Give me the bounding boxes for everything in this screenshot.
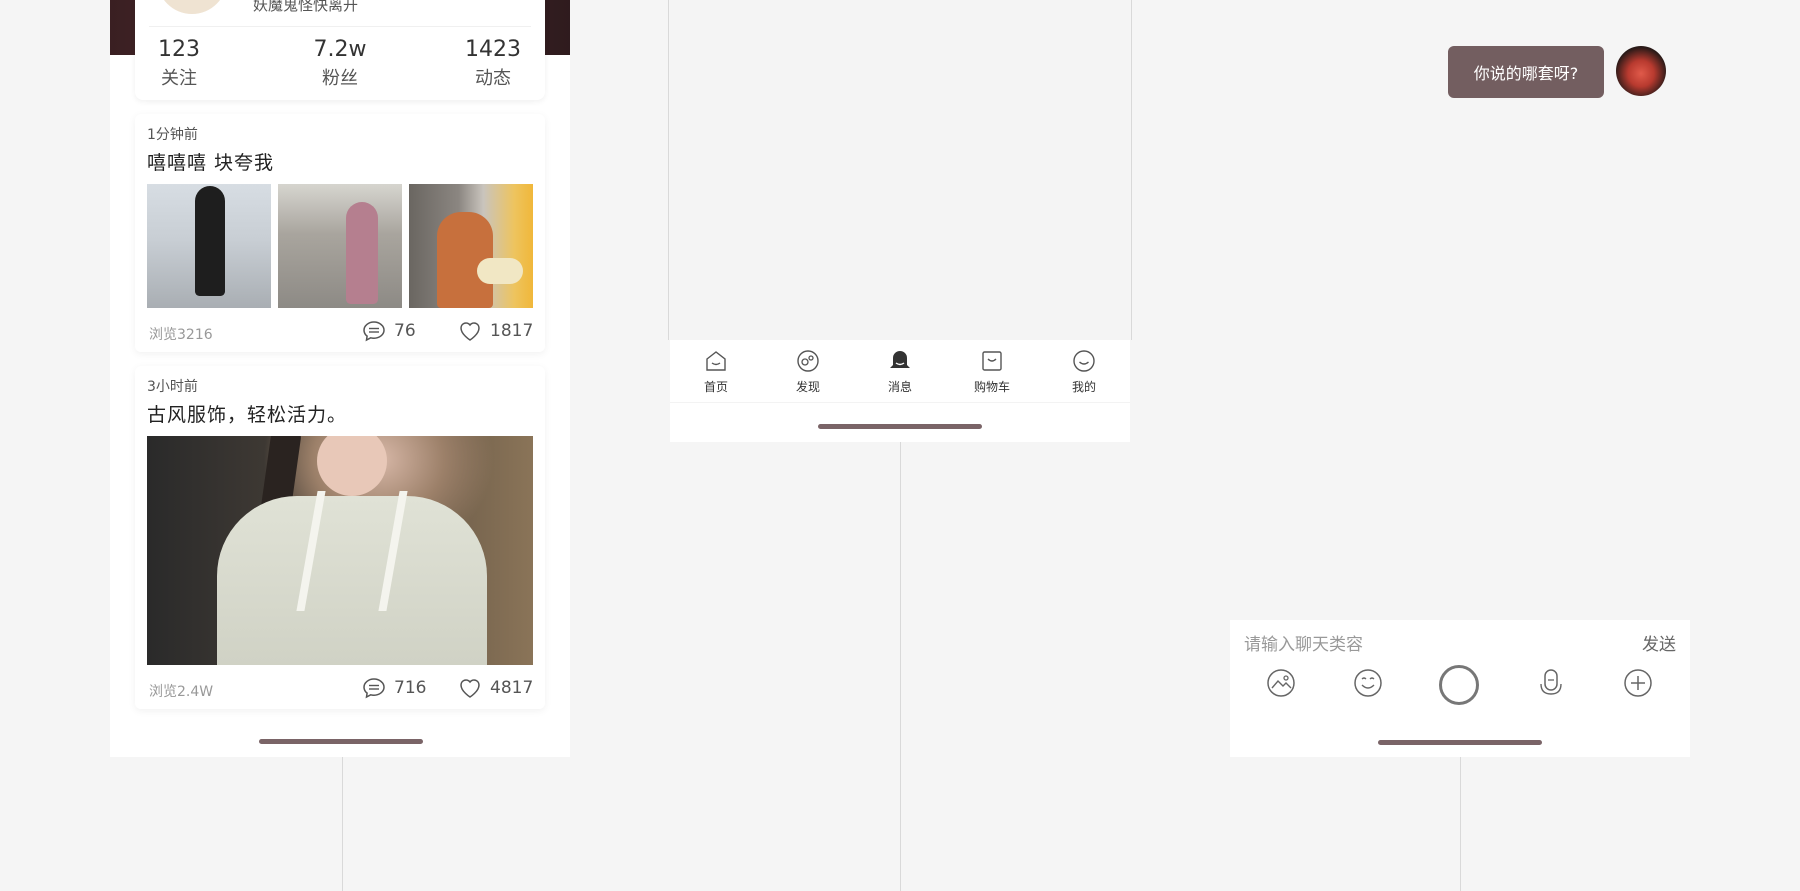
post-text: 嘻嘻嘻 块夸我 <box>147 152 275 174</box>
post-views: 浏览2.4W <box>149 684 214 700</box>
post-card[interactable]: 1分钟前 嘻嘻嘻 块夸我 浏览3216 76 1817 <box>135 114 545 352</box>
messages-screen-body <box>670 0 1130 340</box>
guide-line <box>342 757 343 891</box>
profile-avatar[interactable] <box>157 0 227 14</box>
image-icon[interactable] <box>1266 668 1296 698</box>
post-image[interactable] <box>147 436 533 665</box>
like-button[interactable]: 4817 <box>458 677 533 699</box>
guide-line <box>1460 757 1461 891</box>
tab-label: 首页 <box>703 380 728 394</box>
post-views: 浏览3216 <box>149 327 213 343</box>
comment-icon <box>363 321 385 342</box>
post-image[interactable] <box>409 184 533 308</box>
like-count: 1817 <box>490 321 534 341</box>
chat-input-panel: 请输入聊天类容 发送 <box>1230 620 1690 757</box>
divider <box>670 402 1130 403</box>
post-time: 3小时前 <box>147 379 198 395</box>
mic-icon[interactable] <box>1536 668 1566 698</box>
post-image[interactable] <box>147 184 271 308</box>
comment-icon <box>363 678 385 699</box>
comment-count: 76 <box>394 321 416 341</box>
cart-icon <box>982 351 1002 371</box>
profile-stats-card: 妖魔鬼怪快离开 123 关注 7.2w 粉丝 1423 动态 <box>135 0 545 100</box>
guide-line <box>668 0 669 340</box>
heart-icon <box>460 679 480 698</box>
like-button[interactable]: 1817 <box>458 320 533 342</box>
record-icon[interactable] <box>1438 664 1480 706</box>
stat-value: 1423 <box>465 37 521 62</box>
tab-cart[interactable]: 购物车 <box>962 348 1022 395</box>
profile-bio: 妖魔鬼怪快离开 <box>253 0 359 14</box>
chat-avatar[interactable] <box>1616 46 1666 96</box>
post-time: 1分钟前 <box>147 127 198 143</box>
stat-value: 7.2w <box>313 37 367 62</box>
comment-button[interactable]: 716 <box>362 677 426 699</box>
tab-label: 购物车 <box>973 380 1010 394</box>
plus-icon[interactable] <box>1623 668 1653 698</box>
profile-icon <box>1073 350 1095 372</box>
home-icon <box>706 351 726 371</box>
chat-message-bubble: 你说的哪套呀? <box>1448 46 1604 98</box>
tab-label: 我的 <box>1071 380 1096 394</box>
stat-label: 动态 <box>475 68 511 89</box>
home-indicator <box>1378 740 1542 745</box>
divider <box>149 26 531 27</box>
chat-input[interactable]: 请输入聊天类容 <box>1244 630 1363 655</box>
send-button[interactable]: 发送 <box>1642 630 1676 655</box>
tab-profile[interactable]: 我的 <box>1054 348 1114 395</box>
stat-followers[interactable]: 7.2w 粉丝 <box>300 36 380 92</box>
emoji-icon[interactable] <box>1353 668 1383 698</box>
stat-value: 123 <box>158 37 200 62</box>
stat-label: 粉丝 <box>322 68 358 89</box>
tab-discover[interactable]: 发现 <box>778 348 838 395</box>
post-card[interactable]: 3小时前 古风服饰，轻松活力。 浏览2.4W 716 4817 <box>135 366 545 709</box>
discover-icon <box>797 350 819 372</box>
heart-icon <box>460 322 480 341</box>
home-indicator <box>259 739 423 744</box>
comment-button[interactable]: 76 <box>362 320 416 342</box>
tab-label: 消息 <box>887 380 912 394</box>
post-image[interactable] <box>278 184 402 308</box>
stat-posts[interactable]: 1423 动态 <box>453 36 533 92</box>
stat-label: 关注 <box>161 68 197 89</box>
tab-label: 发现 <box>795 380 820 394</box>
profile-screen: 妖魔鬼怪快离开 123 关注 7.2w 粉丝 1423 动态 1分钟前 嘻嘻嘻 … <box>110 0 570 757</box>
comment-count: 716 <box>394 678 427 698</box>
like-count: 4817 <box>490 678 534 698</box>
guide-line <box>900 442 901 891</box>
tab-bar: 首页 发现 消息 购物车 我的 <box>670 340 1130 442</box>
message-icon <box>890 351 910 368</box>
tab-home[interactable]: 首页 <box>686 348 746 395</box>
tab-messages[interactable]: 消息 <box>870 348 930 395</box>
guide-line <box>1131 0 1132 340</box>
home-indicator <box>818 424 982 429</box>
stat-following[interactable]: 123 关注 <box>139 36 219 92</box>
post-text: 古风服饰，轻松活力。 <box>147 404 348 426</box>
